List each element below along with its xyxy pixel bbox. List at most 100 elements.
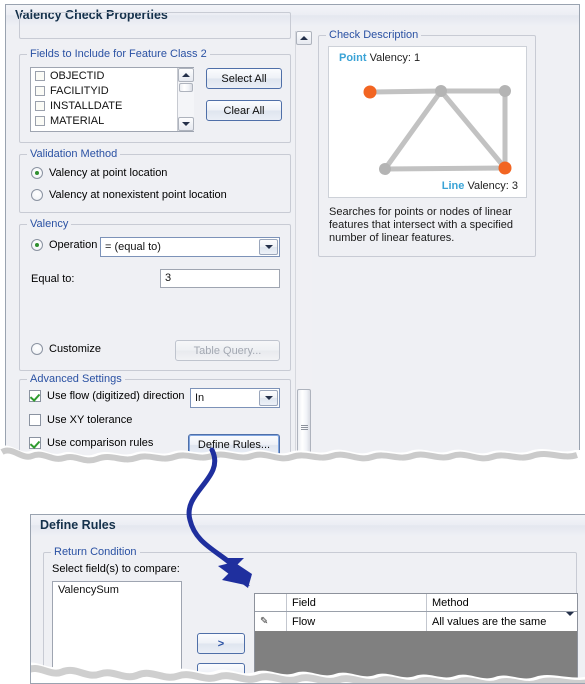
operation-label: Operation (49, 239, 98, 251)
radio-valency-at-nonexistent-point[interactable]: Valency at nonexistent point location (31, 189, 227, 201)
advanced-settings-group: Advanced Settings Use flow (digitized) d… (19, 373, 291, 461)
checkbox-use-flow-direction[interactable]: Use flow (digitized) direction (29, 390, 185, 402)
combobox-dropdown-button[interactable] (259, 239, 278, 255)
operation-value: = (equal to) (105, 241, 161, 253)
grid-header-row: Field Method (255, 594, 577, 612)
radio-icon[interactable] (31, 239, 43, 251)
diagram-edges (367, 88, 508, 172)
select-all-button[interactable]: Select All (206, 68, 282, 89)
radio-label: Valency at point location (49, 167, 168, 179)
radio-icon[interactable] (31, 189, 43, 201)
move-right-button[interactable]: > (197, 633, 245, 654)
window-body: Fields to Include for Feature Class 2 OB… (6, 12, 579, 465)
use-flow-label: Use flow (digitized) direction (47, 390, 185, 402)
list-item-label: INSTALLDATE (50, 99, 123, 112)
fields-list-scrollbar[interactable] (177, 68, 194, 131)
checkbox-icon[interactable] (29, 390, 41, 402)
fields-listbox[interactable]: OBJECTID FACILITYID INSTALLDATE MATERIAL (30, 67, 194, 132)
define-rules-button[interactable]: Define Rules... (188, 434, 280, 456)
equal-to-label: Equal to: (31, 273, 75, 285)
move-left-button[interactable] (197, 663, 245, 683)
scroll-thumb[interactable] (297, 389, 311, 465)
checkbox-icon[interactable] (29, 414, 41, 426)
radio-operation[interactable]: Operation (31, 239, 97, 251)
fields-group-label: Fields to Include for Feature Class 2 (27, 48, 210, 60)
table-query-button: Table Query... (175, 340, 280, 361)
check-description-body: Searches for points or nodes of linear f… (329, 206, 514, 244)
define-rules-window: Define Rules Return Condition Select fie… (30, 514, 585, 684)
list-item[interactable]: OBJECTID (31, 68, 193, 83)
node-bottom-left (379, 163, 391, 175)
define-rules-label: Define Rules... (197, 439, 271, 451)
scroll-down-button[interactable] (178, 117, 194, 131)
table-row[interactable]: ✎ Flow All values are the same (255, 611, 577, 632)
radio-icon[interactable] (31, 343, 43, 355)
operation-combobox[interactable]: = (equal to) (100, 237, 280, 257)
row-method-text: All values are the same (432, 615, 547, 628)
radio-icon[interactable] (31, 167, 43, 179)
clear-all-button[interactable]: Clear All (206, 100, 282, 121)
chevron-down-icon[interactable] (566, 611, 574, 628)
scroll-thumb[interactable] (179, 83, 193, 92)
flow-direction-value: In (195, 392, 205, 404)
row-method-cell[interactable]: All values are the same (427, 611, 577, 631)
check-description-canvas: Point Valency: 1 Line Valency: 3 (328, 46, 527, 198)
available-fields-listbox[interactable]: ValencySum (52, 581, 182, 681)
clear-all-label: Clear All (223, 104, 265, 117)
return-condition-group: Return Condition Select field(s) to comp… (43, 546, 578, 683)
checkbox-use-xy-tolerance[interactable]: Use XY tolerance (29, 414, 132, 426)
rules-window-title: Define Rules (31, 515, 585, 537)
validation-group-label: Validation Method (27, 148, 121, 160)
main-scrollbar[interactable] (295, 31, 312, 465)
equal-to-input[interactable]: 3 (160, 269, 280, 288)
list-item-label: OBJECTID (50, 69, 105, 82)
scroll-up-button[interactable] (178, 68, 194, 82)
advanced-group-label: Advanced Settings (27, 373, 125, 385)
valency-diagram (363, 85, 512, 175)
select-fields-label: Select field(s) to compare: (52, 563, 180, 575)
thumb-grip-icon (300, 424, 308, 430)
list-item[interactable]: INSTALLDATE (31, 98, 193, 113)
node-top-right (499, 85, 511, 97)
scroll-up-button[interactable] (296, 31, 312, 45)
radio-valency-at-point[interactable]: Valency at point location (31, 167, 167, 179)
chevron-up-icon (182, 73, 190, 77)
checkbox-use-comparison-rules[interactable]: Use comparison rules (29, 437, 153, 449)
checkbox-icon[interactable] (35, 85, 45, 96)
combobox-dropdown-button[interactable] (259, 390, 278, 406)
list-item[interactable]: FACILITYID (31, 83, 193, 98)
check-description-group: Check Description Point Valency: 1 Line … (318, 29, 536, 257)
checkbox-icon[interactable] (35, 100, 45, 111)
row-field-cell[interactable]: Flow (287, 612, 427, 631)
grid-header-cell-method[interactable]: Method (427, 594, 577, 611)
list-item-label: ValencySum (58, 584, 119, 596)
table-query-label: Table Query... (193, 344, 262, 357)
checkbox-icon[interactable] (35, 115, 45, 126)
move-right-label: > (217, 637, 225, 650)
list-item[interactable]: MATERIAL (31, 113, 193, 128)
rules-grid[interactable]: Field Method ✎ Flow All values are the s… (254, 593, 578, 683)
checkbox-icon[interactable] (29, 437, 41, 449)
fields-to-include-group: Fields to Include for Feature Class 2 OB… (19, 48, 291, 143)
check-description-label: Check Description (326, 29, 422, 41)
list-item-label: MATERIAL (50, 114, 105, 127)
customize-label: Customize (49, 343, 101, 355)
grid-header-cell-field[interactable]: Field (287, 594, 427, 611)
row-edit-cell[interactable]: ✎ (255, 612, 287, 631)
chevron-up-icon (300, 36, 308, 40)
checkbox-icon[interactable] (35, 70, 45, 81)
chevron-down-icon (182, 122, 190, 126)
flow-direction-combobox[interactable]: In (190, 388, 280, 408)
list-item[interactable]: ValencySum (53, 582, 181, 598)
radio-customize[interactable]: Customize (31, 343, 101, 355)
grid-header-cell-edit (255, 594, 287, 611)
node-top-middle (435, 85, 447, 97)
radio-label: Valency at nonexistent point location (49, 189, 227, 201)
node-bottom-right (498, 161, 512, 175)
valency-group: Valency Operation = (equal to) Equal to:… (19, 218, 291, 371)
return-condition-label: Return Condition (51, 546, 140, 558)
use-comparison-label: Use comparison rules (47, 437, 154, 449)
rules-window-body: Return Condition Select field(s) to comp… (31, 536, 585, 683)
select-all-label: Select All (221, 72, 267, 85)
partial-group-above (19, 12, 291, 39)
